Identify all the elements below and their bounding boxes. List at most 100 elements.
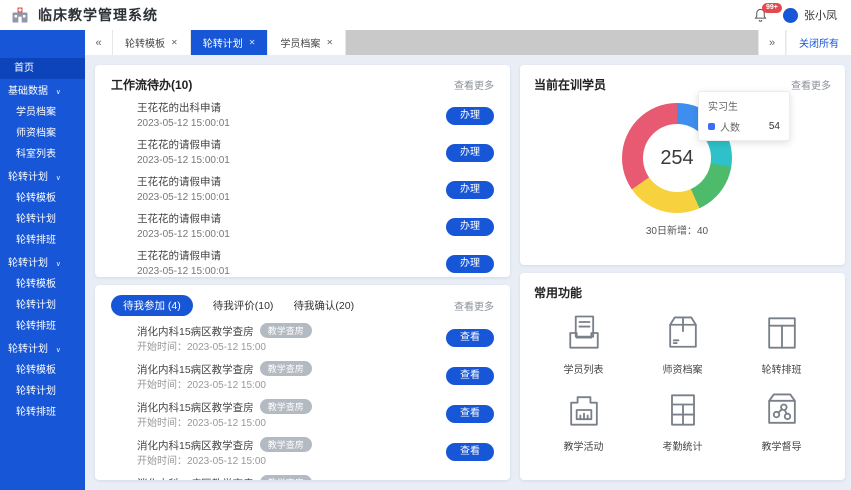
tooltip-series-marker	[708, 123, 715, 130]
chevron-right-icon: »	[769, 37, 775, 49]
tab-label: 轮转模板	[125, 35, 165, 50]
todo-item-title: 王花花的请假申请	[137, 250, 230, 263]
activity-tabs: 待我参加 (4) 待我评价(10) 待我确认(20)	[111, 295, 354, 316]
sidebar-item[interactable]: 轮转模板	[0, 188, 85, 209]
sidebar-item-label: 轮转模板	[16, 279, 56, 290]
handle-button[interactable]: 办理	[446, 218, 494, 236]
tab-label: 轮转计划	[203, 35, 243, 50]
sidebar-item-label: 轮转计划	[16, 300, 56, 311]
teaching-device-icon	[562, 388, 606, 432]
tab-close-icon[interactable]: ✕	[171, 38, 178, 47]
function-label: 教学督导	[762, 438, 802, 453]
activity-tab[interactable]: 待我确认(20)	[293, 298, 354, 313]
todo-item-title: 王花花的请假申请	[137, 176, 230, 189]
sidebar-item-label: 轮转模板	[16, 365, 56, 376]
sidebar-nav: 首页 基础数据 ∨ 学员档案 师资档案 科室列表	[0, 55, 85, 490]
sidebar-item[interactable]: 轮转模板	[0, 274, 85, 295]
view-more-link[interactable]: 查看更多	[454, 298, 494, 313]
sidebar-item[interactable]: 轮转计划	[0, 381, 85, 402]
tab-close-icon[interactable]: ✕	[249, 38, 256, 47]
sidebar-item[interactable]: 基础数据 ∨	[0, 81, 85, 102]
todo-item-time: 2023-05-12 15:00:01	[137, 266, 230, 277]
activity-list-item: 消化内科15病区教学查房教学查房 开始时间：2023-05-12 15:00 查…	[111, 322, 494, 354]
sidebar-item[interactable]: 师资档案	[0, 123, 85, 144]
tooltip-series-label: 人数	[720, 119, 740, 134]
sidebar-item-label: 基础数据	[8, 86, 48, 97]
tab[interactable]: 轮转计划 ✕	[191, 30, 269, 55]
view-more-link[interactable]: 查看更多	[791, 77, 831, 92]
sidebar-item[interactable]: 轮转计划 ∨	[0, 167, 85, 188]
todo-item-time: 2023-05-12 15:00:01	[137, 155, 230, 167]
activity-tab[interactable]: 待我评价(10)	[213, 298, 274, 313]
sidebar-item-label: 首页	[14, 63, 34, 74]
function-shortcut[interactable]: 教学活动	[562, 388, 606, 453]
user-menu[interactable]: 张小凤	[783, 7, 837, 23]
user-name: 张小凤	[804, 7, 837, 23]
activity-list-item: 消化内科15病区教学查房教学查房 开始时间：2023-05-12 15:00 查…	[111, 360, 494, 392]
activity-tab[interactable]: 待我参加 (4)	[111, 295, 193, 316]
function-shortcut[interactable]: 教学督导	[760, 388, 804, 453]
view-button[interactable]: 查看	[446, 367, 494, 385]
function-shortcut[interactable]: 考勤统计	[661, 388, 705, 453]
function-label: 考勤统计	[663, 438, 703, 453]
handle-button[interactable]: 办理	[446, 181, 494, 199]
function-label: 轮转排班	[762, 361, 802, 376]
todo-list-item: 王花花的请假申请 2023-05-12 15:00:01 办理	[111, 213, 494, 241]
activity-tag-badge: 教学查房	[260, 475, 312, 480]
activity-list-item: 消化内科15病区教学查房教学查房 开始时间：2023-05-12 15:00 查…	[111, 398, 494, 430]
hospital-logo-icon	[10, 5, 30, 25]
tab[interactable]: 轮转模板 ✕	[113, 30, 191, 55]
function-label: 师资档案	[663, 361, 703, 376]
handle-button[interactable]: 办理	[446, 144, 494, 162]
sidebar-item[interactable]: 轮转计划 ∨	[0, 253, 85, 274]
view-button[interactable]: 查看	[446, 443, 494, 461]
notification-bell-button[interactable]: 99+	[753, 7, 771, 23]
todo-list-item: 王花花的出科申请 2023-05-12 15:00:01 办理	[111, 102, 494, 130]
workflow-todo-panel: 工作流待办(10) 查看更多 王花花的出科申请 2023-05-12 15:00…	[95, 65, 510, 277]
sidebar-item-label: 轮转排班	[16, 235, 56, 246]
sidebar-item-label: 轮转计划	[8, 344, 48, 355]
sidebar-item[interactable]: 轮转计划	[0, 209, 85, 230]
expand-tabs-button[interactable]: »	[758, 30, 786, 55]
handle-button[interactable]: 办理	[446, 255, 494, 273]
tab[interactable]: 学员档案 ✕	[268, 30, 346, 55]
collapse-tabs-button[interactable]: «	[85, 30, 113, 55]
sidebar-item-label: 学员档案	[16, 107, 56, 118]
function-shortcut[interactable]: 师资档案	[661, 311, 705, 376]
sidebar-item-label: 轮转排班	[16, 407, 56, 418]
functions-grid: 学员列表 师资档案 轮转排班	[534, 311, 831, 453]
activity-panel: 待我参加 (4) 待我评价(10) 待我确认(20) 查看更多	[95, 285, 510, 480]
workflow-todo-list: 王花花的出科申请 2023-05-12 15:00:01 办理 王花花的请假申请…	[111, 102, 494, 277]
notification-badge: 99+	[762, 3, 782, 13]
view-button[interactable]: 查看	[446, 405, 494, 423]
sidebar-item[interactable]: 学员档案	[0, 102, 85, 123]
sidebar-item[interactable]: 轮转计划 ∨	[0, 339, 85, 360]
sidebar-item[interactable]: 科室列表	[0, 144, 85, 165]
sidebar-item[interactable]: 轮转排班	[0, 402, 85, 423]
activity-tag-badge: 教学查房	[260, 323, 312, 338]
sidebar-item[interactable]: 轮转排班	[0, 316, 85, 337]
function-shortcut[interactable]: 学员列表	[562, 311, 606, 376]
view-button[interactable]: 查看	[446, 329, 494, 347]
sidebar-item-label: 轮转计划	[8, 172, 48, 183]
activity-item-time: 开始时间：2023-05-12 15:00	[137, 456, 312, 468]
activity-tag-badge: 教学查房	[260, 361, 312, 376]
view-more-link[interactable]: 查看更多	[454, 77, 494, 92]
sidebar-item[interactable]: 轮转计划	[0, 295, 85, 316]
sidebar-item-label: 轮转计划	[8, 258, 48, 269]
common-functions-panel: 常用功能 学员列表 师资档案	[520, 273, 845, 480]
supervision-box-icon	[760, 388, 804, 432]
function-shortcut[interactable]: 轮转排班	[760, 311, 804, 376]
sidebar-item[interactable]: 轮转排班	[0, 230, 85, 251]
handle-button[interactable]: 办理	[446, 107, 494, 125]
chevron-down-icon: ∨	[56, 89, 61, 96]
donut-footer-stat: 30日新增：40	[622, 222, 732, 237]
activity-tag-badge: 教学查房	[260, 399, 312, 414]
chevron-left-icon: «	[95, 37, 101, 49]
sidebar-item[interactable]: 首页	[0, 58, 85, 79]
activity-item-title: 消化内科15病区教学查房	[137, 402, 254, 414]
sidebar-item[interactable]: 轮转模板	[0, 360, 85, 381]
activity-list-item: 消化内科15病区教学查房教学查房 开始时间：2023-05-12 15:00 查…	[111, 474, 494, 480]
tab-close-icon[interactable]: ✕	[326, 38, 333, 47]
close-all-tabs-button[interactable]: 关闭所有	[786, 30, 851, 55]
